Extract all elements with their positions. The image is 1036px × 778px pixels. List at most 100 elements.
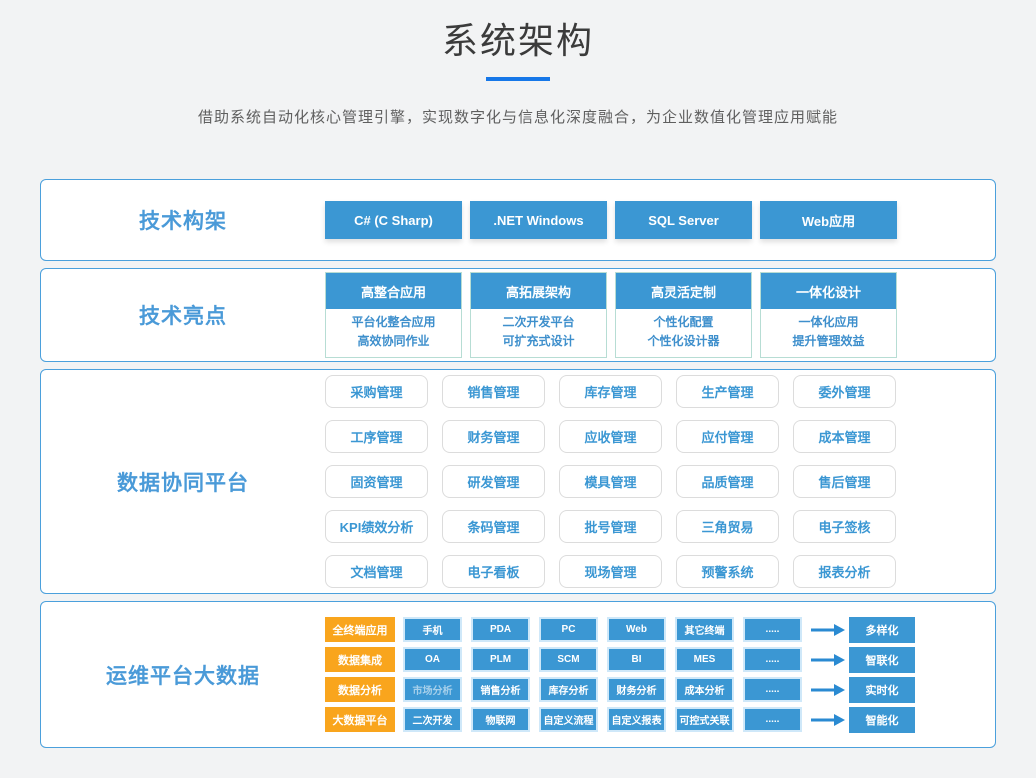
highlight-line: 一体化应用 xyxy=(761,313,896,332)
highlights-panel: 技术亮点 高整合应用 平台化整合应用 高效协同作业 高拓展架构 二次开发平台 可… xyxy=(40,268,996,362)
module-button[interactable]: 生产管理 xyxy=(676,375,779,408)
ops-item-button[interactable]: 市场分析 xyxy=(403,677,462,702)
ops-item-button[interactable]: OA xyxy=(403,647,462,672)
page-title: 系统架构 xyxy=(0,20,1036,62)
ops-item-button[interactable]: 自定义流程 xyxy=(539,707,598,732)
module-button[interactable]: 三角贸易 xyxy=(676,510,779,543)
tech-button-csharp[interactable]: C# (C Sharp) xyxy=(325,201,462,239)
ops-ellipsis-button[interactable]: ..... xyxy=(743,647,802,672)
ops-result-button[interactable]: 实时化 xyxy=(849,677,915,703)
module-button[interactable]: 售后管理 xyxy=(793,465,896,498)
ops-row-integration: 数据集成 OA PLM SCM BI MES ..... 智联化 xyxy=(325,647,915,673)
highlight-card-title: 高拓展架构 xyxy=(471,273,606,309)
ops-category-label: 数据集成 xyxy=(325,647,395,672)
ops-item-button[interactable]: PC xyxy=(539,617,598,642)
ops-row-bigdata: 大数据平台 二次开发 物联网 自定义流程 自定义报表 可控式关联 ..... 智… xyxy=(325,707,915,733)
tech-button-webapp[interactable]: Web应用 xyxy=(760,201,897,239)
highlight-card-body: 二次开发平台 可扩充式设计 xyxy=(471,309,606,357)
highlight-card-title: 高整合应用 xyxy=(326,273,461,309)
highlight-line: 个性化配置 xyxy=(616,313,751,332)
tech-button-dotnet[interactable]: .NET Windows xyxy=(470,201,607,239)
ops-item-button[interactable]: 库存分析 xyxy=(539,677,598,702)
ops-result-button[interactable]: 多样化 xyxy=(849,617,915,643)
ops-item-button[interactable]: Web xyxy=(607,617,666,642)
ops-rows: 全终端应用 手机 PDA PC Web 其它终端 ..... 多样化 数据集成 … xyxy=(325,617,915,733)
ops-result-button[interactable]: 智联化 xyxy=(849,647,915,673)
module-grid: 采购管理 销售管理 库存管理 生产管理 委外管理 工序管理 财务管理 应收管理 … xyxy=(325,375,896,588)
panels-container: 技术构架 C# (C Sharp) .NET Windows SQL Serve… xyxy=(0,179,1036,748)
ops-item-button[interactable]: BI xyxy=(607,647,666,672)
ops-item-button[interactable]: SCM xyxy=(539,647,598,672)
ops-item-button[interactable]: 手机 xyxy=(403,617,462,642)
module-button[interactable]: 工序管理 xyxy=(325,420,428,453)
highlight-card: 高拓展架构 二次开发平台 可扩充式设计 xyxy=(470,272,607,358)
ops-item-button[interactable]: 销售分析 xyxy=(471,677,530,702)
module-button[interactable]: 固资管理 xyxy=(325,465,428,498)
highlight-line: 可扩充式设计 xyxy=(471,332,606,351)
highlight-cards: 高整合应用 平台化整合应用 高效协同作业 高拓展架构 二次开发平台 可扩充式设计… xyxy=(325,272,897,358)
ops-item-button[interactable]: PLM xyxy=(471,647,530,672)
highlight-card: 一体化设计 一体化应用 提升管理效益 xyxy=(760,272,897,358)
module-button[interactable]: 研发管理 xyxy=(442,465,545,498)
arrow-right-icon xyxy=(811,683,845,697)
ops-item-button[interactable]: 物联网 xyxy=(471,707,530,732)
highlight-line: 二次开发平台 xyxy=(471,313,606,332)
module-button[interactable]: 预警系统 xyxy=(676,555,779,588)
tech-stack-buttons: C# (C Sharp) .NET Windows SQL Server Web… xyxy=(325,201,897,239)
highlight-card-body: 一体化应用 提升管理效益 xyxy=(761,309,896,357)
module-button[interactable]: 库存管理 xyxy=(559,375,662,408)
ops-row-terminals: 全终端应用 手机 PDA PC Web 其它终端 ..... 多样化 xyxy=(325,617,915,643)
module-button[interactable]: 批号管理 xyxy=(559,510,662,543)
highlight-card-title: 高灵活定制 xyxy=(616,273,751,309)
ops-item-button[interactable]: 可控式关联 xyxy=(675,707,734,732)
tech-stack-title: 技术构架 xyxy=(41,205,325,235)
ops-item-button[interactable]: 其它终端 xyxy=(675,617,734,642)
module-button[interactable]: 应付管理 xyxy=(676,420,779,453)
ops-result-button[interactable]: 智能化 xyxy=(849,707,915,733)
ops-item-button[interactable]: 成本分析 xyxy=(675,677,734,702)
tech-stack-panel: 技术构架 C# (C Sharp) .NET Windows SQL Serve… xyxy=(40,179,996,261)
module-button[interactable]: 电子签核 xyxy=(793,510,896,543)
module-button[interactable]: 应收管理 xyxy=(559,420,662,453)
ops-platform-panel: 运维平台大数据 全终端应用 手机 PDA PC Web 其它终端 ..... 多… xyxy=(40,601,996,748)
ops-item-button[interactable]: 财务分析 xyxy=(607,677,666,702)
module-button[interactable]: 财务管理 xyxy=(442,420,545,453)
highlight-card: 高灵活定制 个性化配置 个性化设计器 xyxy=(615,272,752,358)
arrow-right-icon xyxy=(811,623,845,637)
highlight-card-body: 个性化配置 个性化设计器 xyxy=(616,309,751,357)
module-button[interactable]: 条码管理 xyxy=(442,510,545,543)
highlight-card-title: 一体化设计 xyxy=(761,273,896,309)
ops-ellipsis-button[interactable]: ..... xyxy=(743,707,802,732)
data-platform-title: 数据协同平台 xyxy=(41,467,325,497)
highlight-line: 高效协同作业 xyxy=(326,332,461,351)
ops-ellipsis-button[interactable]: ..... xyxy=(743,677,802,702)
arrow-right-icon xyxy=(811,713,845,727)
ops-item-button[interactable]: 自定义报表 xyxy=(607,707,666,732)
module-button[interactable]: 成本管理 xyxy=(793,420,896,453)
data-platform-panel: 数据协同平台 采购管理 销售管理 库存管理 生产管理 委外管理 工序管理 财务管… xyxy=(40,369,996,594)
module-button[interactable]: 委外管理 xyxy=(793,375,896,408)
ops-category-label: 数据分析 xyxy=(325,677,395,702)
module-button[interactable]: 销售管理 xyxy=(442,375,545,408)
highlight-card-body: 平台化整合应用 高效协同作业 xyxy=(326,309,461,357)
tech-button-sqlserver[interactable]: SQL Server xyxy=(615,201,752,239)
module-button[interactable]: 文档管理 xyxy=(325,555,428,588)
highlight-card: 高整合应用 平台化整合应用 高效协同作业 xyxy=(325,272,462,358)
highlights-title: 技术亮点 xyxy=(41,300,325,330)
module-button[interactable]: 模具管理 xyxy=(559,465,662,498)
ops-item-button[interactable]: 二次开发 xyxy=(403,707,462,732)
module-button[interactable]: KPI绩效分析 xyxy=(325,510,428,543)
ops-item-button[interactable]: MES xyxy=(675,647,734,672)
ops-item-button[interactable]: PDA xyxy=(471,617,530,642)
page-subtitle: 借助系统自动化核心管理引擎，实现数字化与信息化深度融合，为企业数值化管理应用赋能 xyxy=(0,106,1036,127)
page-header: 系统架构 借助系统自动化核心管理引擎，实现数字化与信息化深度融合，为企业数值化管… xyxy=(0,0,1036,127)
module-button[interactable]: 报表分析 xyxy=(793,555,896,588)
module-button[interactable]: 采购管理 xyxy=(325,375,428,408)
module-button[interactable]: 品质管理 xyxy=(676,465,779,498)
module-button[interactable]: 电子看板 xyxy=(442,555,545,588)
ops-category-label: 大数据平台 xyxy=(325,707,395,732)
module-button[interactable]: 现场管理 xyxy=(559,555,662,588)
ops-ellipsis-button[interactable]: ..... xyxy=(743,617,802,642)
ops-platform-title: 运维平台大数据 xyxy=(41,660,325,690)
highlight-line: 提升管理效益 xyxy=(761,332,896,351)
